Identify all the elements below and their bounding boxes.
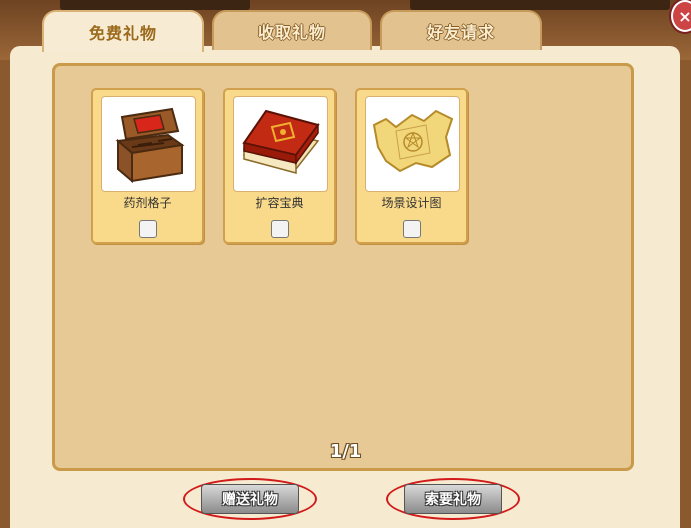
gift-card-potion-slot[interactable]: 药剂格子 (91, 88, 204, 244)
tab-label: 好友请求 (426, 23, 495, 42)
request-gift-button[interactable]: 索要礼物 (404, 484, 502, 514)
tab-label: 免费礼物 (88, 24, 157, 43)
request-gift-button-highlight: 索要礼物 (386, 478, 520, 520)
close-icon: × (678, 6, 691, 26)
tab-free-gifts[interactable]: 免费礼物 (42, 10, 204, 52)
tab-friend-requests[interactable]: 好友请求 (380, 10, 542, 50)
treasure-chest-icon (101, 96, 196, 192)
send-gift-button[interactable]: 赠送礼物 (201, 484, 299, 514)
gift-card-scene-blueprint[interactable]: 场景设计图 (355, 88, 468, 244)
tab-label: 收取礼物 (257, 23, 326, 42)
close-button[interactable]: × (671, 0, 691, 32)
item-label: 扩容宝典 (255, 196, 304, 210)
red-book-icon (233, 96, 328, 192)
wood-plank (60, 0, 250, 10)
parchment-map-icon (365, 96, 460, 192)
wood-plank (410, 0, 670, 10)
page-indicator: 1/1 (329, 441, 362, 462)
item-checkbox[interactable] (403, 220, 421, 238)
gift-card-expansion-book[interactable]: 扩容宝典 (223, 88, 336, 244)
item-label: 场景设计图 (381, 196, 442, 210)
item-checkbox[interactable] (271, 220, 289, 238)
button-label: 赠送礼物 (222, 492, 278, 508)
item-label: 药剂格子 (123, 196, 172, 210)
item-checkbox[interactable] (139, 220, 157, 238)
tab-receive-gifts[interactable]: 收取礼物 (212, 10, 372, 50)
send-gift-button-highlight: 赠送礼物 (183, 478, 317, 520)
button-label: 索要礼物 (425, 492, 481, 508)
